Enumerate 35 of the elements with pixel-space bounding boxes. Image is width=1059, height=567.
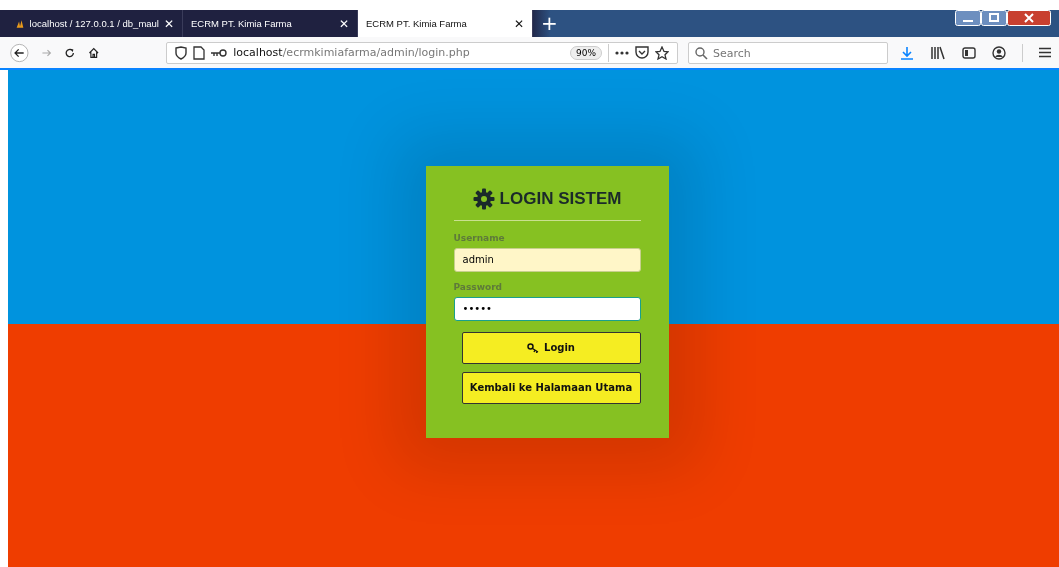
star-icon[interactable]: [655, 45, 669, 60]
form-button[interactable]: Login: [461, 331, 641, 364]
new-tab-button[interactable]: +: [533, 10, 566, 37]
address-bar[interactable]: localhost/ecrmkimiafarma/admin/login.php 90%: [166, 41, 678, 64]
input-field[interactable]: •••••: [453, 296, 641, 321]
pocket-icon[interactable]: [635, 46, 649, 59]
browser-tab[interactable]: ECRM PT. Kimia Farma ✕: [358, 10, 533, 37]
key-icon: [527, 342, 539, 353]
url-text: localhost/ecrmkimiafarma/admin/login.php: [233, 46, 471, 59]
close-icon[interactable]: ✕: [164, 16, 174, 31]
search-field[interactable]: Search: [688, 42, 888, 64]
menu-icon[interactable]: [1039, 47, 1051, 58]
library-icon[interactable]: [930, 45, 946, 60]
close-icon[interactable]: ✕: [514, 16, 524, 31]
shield-icon: [175, 45, 188, 60]
login-title: LOGIN SISTEM: [499, 188, 622, 209]
maximize-icon[interactable]: [981, 10, 1007, 26]
field-label: Password: [453, 281, 504, 292]
zoom-badge[interactable]: 90%: [570, 45, 602, 60]
download-icon[interactable]: [900, 45, 914, 60]
close-icon[interactable]: [1007, 10, 1051, 26]
more-icon[interactable]: [615, 50, 629, 55]
page-icon: [193, 45, 206, 60]
sidebar-icon[interactable]: [962, 46, 976, 59]
tab-title: ECRM PT. Kimia Farma: [366, 18, 468, 29]
tab-title: localhost / 127.0.0.1 / db_maul: [29, 18, 159, 29]
form-button[interactable]: Kembali ke Halamaan Utama: [461, 371, 641, 404]
key-icon: [211, 48, 228, 57]
search-icon: [695, 46, 708, 60]
close-icon[interactable]: ✕: [339, 16, 349, 31]
input-field[interactable]: admin: [453, 247, 641, 272]
account-icon[interactable]: [992, 45, 1006, 60]
field-label: Username: [453, 232, 506, 243]
minimize-icon[interactable]: [955, 10, 981, 26]
tab-title: ECRM PT. Kimia Farma: [191, 18, 293, 29]
